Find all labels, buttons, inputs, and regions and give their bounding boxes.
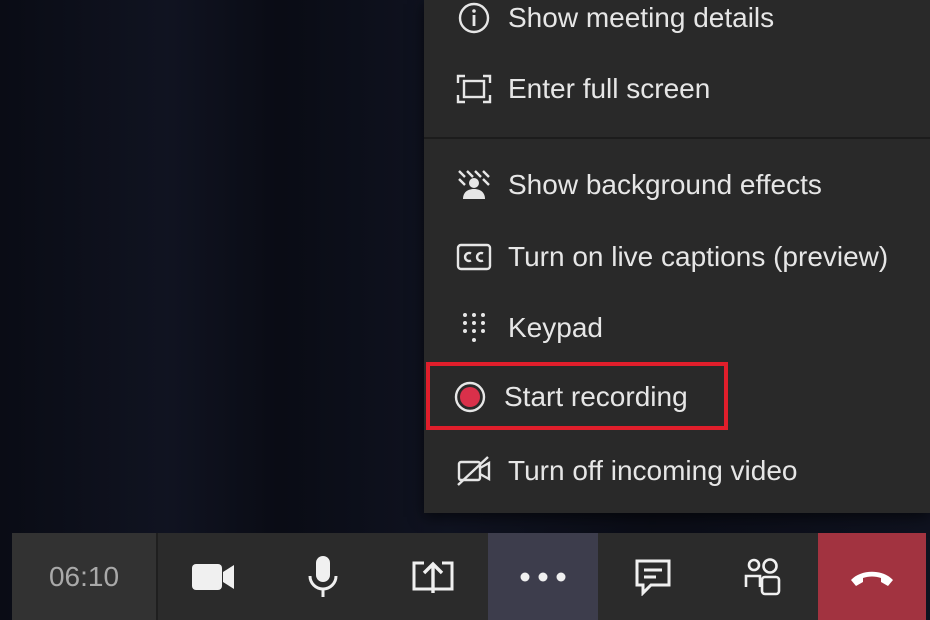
menu-item-label: Show background effects (508, 169, 822, 200)
chat-button[interactable] (598, 533, 708, 620)
more-options-icon (520, 572, 566, 582)
record-icon (452, 379, 488, 415)
menu-item-label: Turn off incoming video (508, 455, 798, 486)
menu-item-turn-on-live-captions[interactable]: Turn on live captions (preview) (424, 227, 930, 287)
menu-item-keypad[interactable]: Keypad (424, 298, 930, 358)
microphone-button[interactable] (268, 533, 378, 620)
meeting-toolbar: 06:10 (12, 533, 926, 620)
info-icon (456, 0, 492, 36)
menu-item-label: Show meeting details (508, 2, 775, 33)
menu-item-label: Enter full screen (508, 73, 711, 104)
menu-item-show-meeting-details[interactable]: Show meeting details (424, 0, 930, 48)
full-screen-icon (456, 71, 492, 107)
menu-item-label: Turn on live captions (preview) (508, 241, 889, 272)
share-screen-button[interactable] (378, 533, 488, 620)
menu-item-show-background-effects[interactable]: Show background effects (424, 155, 930, 215)
menu-divider (424, 137, 930, 139)
chat-icon (633, 558, 673, 596)
camera-icon (190, 561, 236, 593)
hang-up-icon (848, 566, 896, 588)
captions-icon (456, 239, 492, 275)
share-screen-icon (409, 557, 457, 597)
more-options-button[interactable] (488, 533, 598, 620)
menu-item-start-recording[interactable]: Start recording (424, 367, 930, 427)
background-effects-icon (456, 167, 492, 203)
menu-item-enter-full-screen[interactable]: Enter full screen (424, 59, 930, 119)
participants-icon (743, 557, 783, 597)
microphone-icon (306, 554, 340, 600)
hang-up-button[interactable] (818, 533, 926, 620)
menu-item-label: Keypad (508, 312, 603, 343)
call-timer: 06:10 (12, 533, 156, 620)
menu-item-turn-off-incoming-video[interactable]: Turn off incoming video (424, 441, 930, 501)
camera-button[interactable] (158, 533, 268, 620)
more-actions-menu: Show meeting details Enter full screen S… (424, 0, 930, 513)
video-off-icon (456, 453, 492, 489)
keypad-icon (456, 310, 492, 346)
participants-button[interactable] (708, 533, 818, 620)
menu-item-label: Start recording (504, 381, 688, 412)
